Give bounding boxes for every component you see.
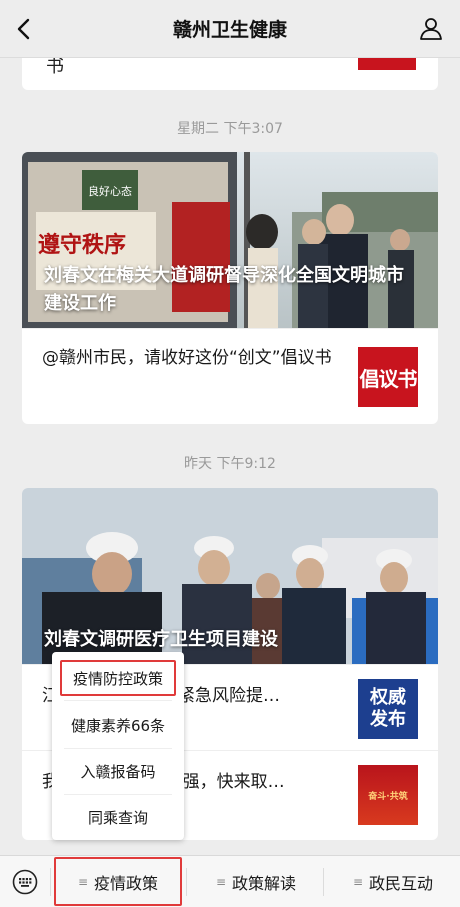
sign-text: 良好心态	[88, 184, 132, 198]
keyboard-icon[interactable]	[12, 869, 38, 895]
menu-lines-icon: ≡	[77, 874, 89, 889]
menu-lines-icon: ≡	[215, 875, 227, 889]
menu-tab-public-interaction[interactable]: ≡ 政民互动	[326, 856, 460, 907]
menu-item-co-passenger-query[interactable]: 同乘查询	[52, 794, 184, 840]
article-thumbnail: 倡议书	[358, 347, 418, 407]
menu-item-health-literacy[interactable]: 健康素养66条	[52, 702, 184, 748]
menu-tab-label: 政策解读	[232, 874, 297, 893]
lead-article-title: 刘春文调研医疗卫生项目建设	[44, 629, 278, 650]
bottom-menu-bar: ≡ 疫情政策 ≡ 政策解读 ≡ 政民互动	[0, 855, 460, 907]
thumbnail-text: 发布	[370, 709, 406, 730]
divider	[323, 868, 324, 896]
previous-article-card[interactable]: 书	[22, 58, 438, 90]
message-timestamp: 星期二 下午3:07	[177, 121, 283, 137]
menu-tab-label: 疫情政策	[94, 873, 159, 893]
article-thumbnail: 权威 发布	[358, 679, 418, 739]
article-thumbnail: 奋斗·共筑	[358, 765, 418, 825]
divider	[186, 868, 187, 896]
previous-article-thumbnail	[358, 58, 416, 70]
thumbnail-text: 权威	[370, 687, 406, 708]
article-title: @赣州市民，请收好这份“创文”倡议书	[42, 348, 332, 368]
divider	[50, 868, 51, 896]
navigation-bar: 赣州卫生健康	[0, 0, 460, 58]
article-group-card: 良好心态 遵守秩序 刘春文在梅关大道调研督导深化全国文明城市建设工作 @赣州市民…	[22, 152, 438, 424]
sign-text: 遵守秩序	[38, 232, 126, 258]
thumbnail-text: 奋斗·共筑	[368, 791, 408, 802]
list-item[interactable]: @赣州市民，请收好这份“创文”倡议书 倡议书	[22, 328, 438, 424]
message-timestamp: 昨天 下午9:12	[184, 456, 276, 472]
divider	[64, 700, 172, 701]
menu-tab-policy-interpretation[interactable]: ≡ 政策解读	[190, 856, 322, 907]
back-arrow-icon[interactable]	[12, 17, 36, 41]
profile-icon[interactable]	[418, 15, 444, 41]
menu-tab-epidemic-policy[interactable]: ≡ 疫情政策	[54, 857, 182, 906]
menu-lines-icon: ≡	[352, 875, 364, 889]
lead-article-hero[interactable]: 刘春文调研医疗卫生项目建设	[22, 488, 438, 664]
page-title: 赣州卫生健康	[172, 19, 287, 41]
previous-article-text: 书	[46, 58, 64, 77]
submenu-popup: 疫情防控政策 健康素养66条 入赣报备码 同乘查询	[52, 652, 184, 840]
lead-article-title: 刘春文在梅关大道调研督导深化全国文明城市建设工作	[44, 265, 404, 314]
menu-tab-label: 政民互动	[369, 874, 434, 893]
menu-item-epidemic-policy[interactable]: 疫情防控政策	[60, 660, 176, 696]
menu-item-entry-registration[interactable]: 入赣报备码	[52, 748, 184, 794]
lead-article-hero[interactable]: 良好心态 遵守秩序 刘春文在梅关大道调研督导深化全国文明城市建设工作	[22, 152, 438, 328]
